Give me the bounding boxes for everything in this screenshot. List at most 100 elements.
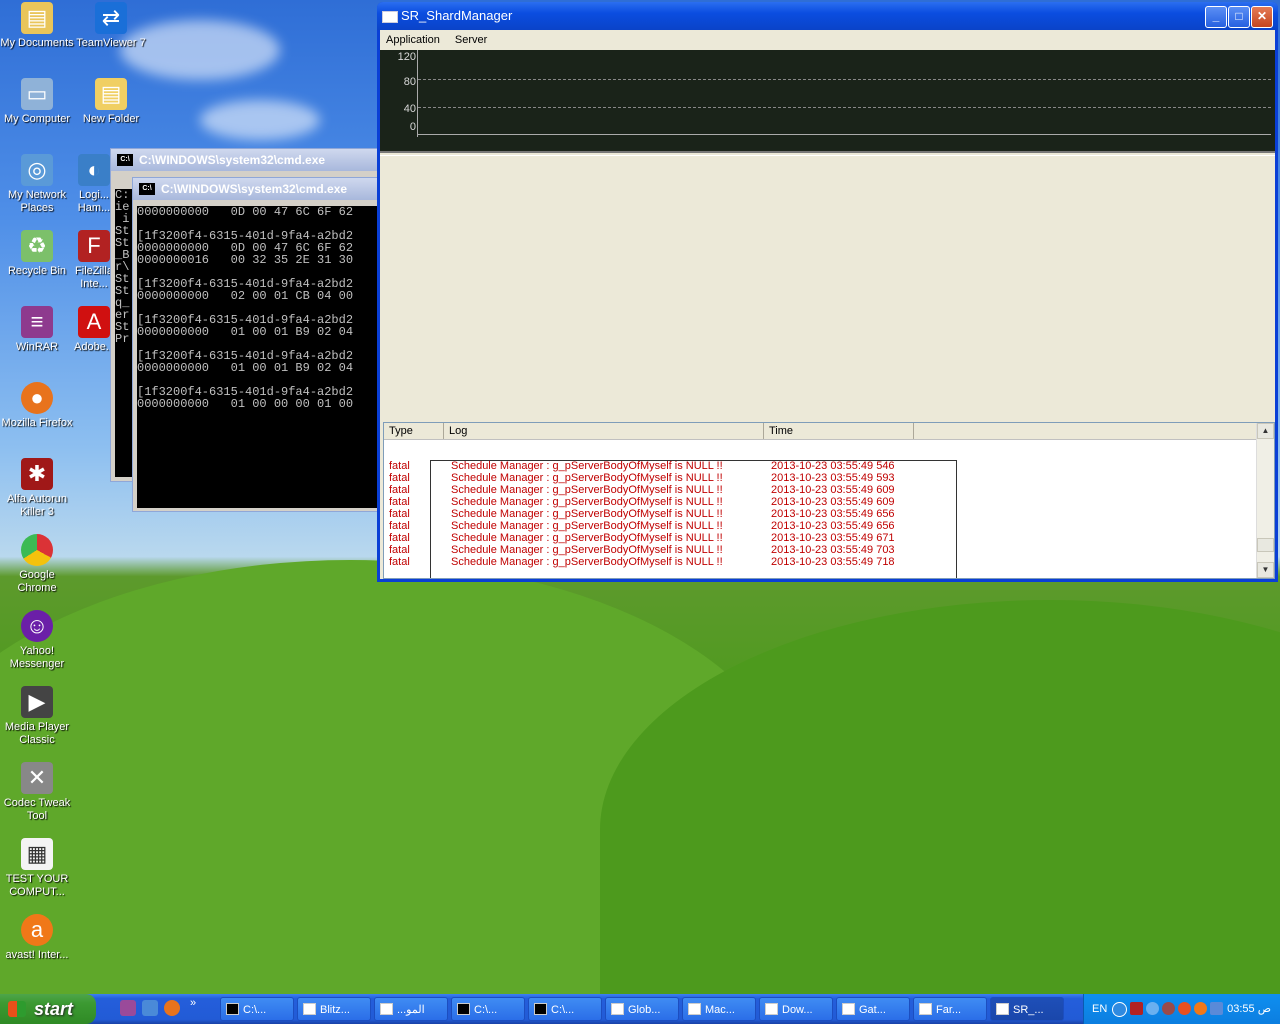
log-cell-type: fatal <box>389 544 410 556</box>
desktop-icon-recycle-bin[interactable]: ♻ Recycle Bin <box>0 230 74 278</box>
start-button[interactable]: start <box>0 994 96 1024</box>
log-row[interactable]: fatal Schedule Manager : g_pServerBodyOfM… <box>384 532 1244 544</box>
desktop-icon-network-places[interactable]: ◎ My Network Places <box>0 154 74 215</box>
quicklaunch-app-icon[interactable] <box>120 1000 136 1016</box>
desktop-icon-firefox[interactable]: ● Mozilla Firefox <box>0 382 74 430</box>
tray-network-icon[interactable] <box>1146 1002 1159 1015</box>
taskbar-button[interactable]: SR_... <box>990 997 1064 1021</box>
tray-avast-icon[interactable] <box>1194 1002 1207 1015</box>
log-cell-type: fatal <box>389 556 410 568</box>
tray-monitor-icon[interactable] <box>1210 1002 1223 1015</box>
desktop-icon-label: WinRAR <box>15 341 59 353</box>
chrome-icon <box>21 534 53 566</box>
recycle-bin-icon: ♻ <box>21 230 53 262</box>
taskbar-button[interactable]: Mac... <box>682 997 756 1021</box>
desktop-icon-label: Logi... Ham... <box>77 189 111 214</box>
console-line: 0000000000 01 00 01 B9 02 04 <box>137 361 354 375</box>
window-titlebar[interactable]: SR_ShardManager _ □ ✕ <box>377 2 1278 30</box>
close-button[interactable]: ✕ <box>1251 6 1273 28</box>
desktop-icon-media-player-classic[interactable]: ▶ Media Player Classic <box>0 686 74 747</box>
column-header-time[interactable]: Time <box>764 423 914 439</box>
log-row[interactable]: fatal Schedule Manager : g_pServerBodyOfM… <box>384 496 1244 508</box>
tray-filezilla-icon[interactable] <box>1130 1002 1143 1015</box>
cmd-window-titlebar[interactable]: C:\ C:\WINDOWS\system32\cmd.exe <box>133 178 391 200</box>
taskbar-button-label: C:\... <box>474 1004 498 1016</box>
log-cell-log: Schedule Manager : g_pServerBodyOfMyself… <box>451 556 723 568</box>
desktop-icon-teamviewer[interactable]: ⇄ TeamViewer 7 <box>74 2 148 50</box>
network-icon: ◎ <box>21 154 53 186</box>
maximize-button[interactable]: □ <box>1228 6 1250 28</box>
tray-bug-icon[interactable] <box>1162 1002 1175 1015</box>
empty-panel <box>380 155 1275 420</box>
column-header-log[interactable]: Log <box>444 423 764 439</box>
teamviewer-icon: ⇄ <box>95 2 127 34</box>
shard-manager-window[interactable]: SR_ShardManager _ □ ✕ Application Server… <box>377 2 1278 582</box>
desktop-icon-label: New Folder <box>82 113 140 125</box>
log-cell-type: fatal <box>389 472 410 484</box>
desktop-icon-test-your-computer[interactable]: ▦ TEST YOUR COMPUT... <box>0 838 74 899</box>
taskbar-button[interactable]: Far... <box>913 997 987 1021</box>
log-row[interactable]: fatal Schedule Manager : g_pServerBodyOfM… <box>384 544 1244 556</box>
log-row[interactable]: fatal Schedule Manager : g_pServerBodyOfM… <box>384 508 1244 520</box>
log-cell-time: 2013-10-23 03:55:49 656 <box>771 520 895 532</box>
folder-icon: ▤ <box>95 78 127 110</box>
log-row[interactable]: fatal Schedule Manager : g_pServerBodyOfM… <box>384 484 1244 496</box>
log-cell-time: 2013-10-23 03:55:49 703 <box>771 544 895 556</box>
taskbar-window-icon <box>611 1003 624 1015</box>
menu-server[interactable]: Server <box>455 34 487 46</box>
taskbar-button[interactable]: Dow... <box>759 997 833 1021</box>
desktop-icon-winrar[interactable]: ≡ WinRAR <box>0 306 74 354</box>
desktop-icon-avast[interactable]: a avast! Inter... <box>0 914 74 962</box>
taskbar-button[interactable]: C:\... <box>528 997 602 1021</box>
windows-logo-icon <box>8 1001 26 1017</box>
log-list-header: Type Log Time <box>384 423 1257 440</box>
log-cell-type: fatal <box>389 484 410 496</box>
desktop-icon-filezilla[interactable]: F FileZilla Inte... <box>74 230 114 291</box>
vertical-scrollbar[interactable]: ▲ ▼ <box>1256 423 1274 578</box>
log-cell-log: Schedule Manager : g_pServerBodyOfMyself… <box>451 532 723 544</box>
minimize-button[interactable]: _ <box>1205 6 1227 28</box>
taskbar-button[interactable]: Gat... <box>836 997 910 1021</box>
clock[interactable]: 03:55 ص <box>1227 994 1271 1024</box>
desktop-icon-chrome[interactable]: Google Chrome <box>0 534 74 595</box>
menu-application[interactable]: Application <box>386 34 440 46</box>
desktop-icon-my-computer[interactable]: ▭ My Computer <box>0 78 74 126</box>
scroll-down-arrow-icon[interactable]: ▼ <box>1257 562 1274 578</box>
desktop-icon-yahoo-messenger[interactable]: ☺ Yahoo! Messenger <box>0 610 74 671</box>
log-list[interactable]: Type Log Time fatal Schedule Manager : g_… <box>383 422 1275 579</box>
desktop-icon-codec-tweak[interactable]: ✕ Codec Tweak Tool <box>0 762 74 823</box>
quicklaunch-more-icon[interactable]: » <box>190 998 200 1009</box>
log-cell-log: Schedule Manager : g_pServerBodyOfMyself… <box>451 508 723 520</box>
quicklaunch-app-icon[interactable] <box>142 1000 158 1016</box>
log-row[interactable]: fatal Schedule Manager : g_pServerBodyOfM… <box>384 472 1244 484</box>
taskbar-button[interactable]: C:\... <box>220 997 294 1021</box>
desktop-icon-my-documents[interactable]: ▤ My Documents <box>0 2 74 50</box>
graph-y-tick: 40 <box>403 103 416 115</box>
log-row[interactable]: fatal Schedule Manager : g_pServerBodyOfM… <box>384 556 1244 568</box>
folder-icon: ▤ <box>21 2 53 34</box>
scroll-up-arrow-icon[interactable]: ▲ <box>1257 423 1274 439</box>
tray-arrow-icon[interactable] <box>1112 1002 1127 1017</box>
desktop-icon-label: Codec Tweak Tool <box>3 797 71 822</box>
taskbar-button[interactable]: Glob... <box>605 997 679 1021</box>
desktop-icon-adobe[interactable]: A Adobe... <box>74 306 114 354</box>
quicklaunch-firefox-icon[interactable] <box>164 1000 180 1016</box>
log-row[interactable]: fatal Schedule Manager : g_pServerBodyOfM… <box>384 520 1244 532</box>
log-rows: fatal Schedule Manager : g_pServerBodyOfM… <box>384 440 1257 578</box>
desktop-icon-logitech[interactable]: ◐ Logi... Ham... <box>74 154 114 215</box>
column-header-type[interactable]: Type <box>384 423 444 439</box>
console-line: 0000000000 0D 00 47 6C 6F 62 <box>137 206 354 219</box>
console-line: 0000000000 01 00 00 00 01 00 <box>137 397 354 411</box>
taskbar-window-icon <box>996 1003 1009 1015</box>
cmd-window-titlebar[interactable]: C:\ C:\WINDOWS\system32\cmd.exe <box>111 149 391 171</box>
taskbar-button[interactable]: ...المو <box>374 997 448 1021</box>
language-indicator[interactable]: EN <box>1092 994 1107 1024</box>
scroll-thumb[interactable] <box>1257 538 1274 552</box>
tray-app-icon[interactable] <box>1178 1002 1191 1015</box>
desktop-icon-new-folder[interactable]: ▤ New Folder <box>74 78 148 126</box>
cmd-window-front[interactable]: C:\ C:\WINDOWS\system32\cmd.exe 00000000… <box>132 177 392 512</box>
taskbar-button[interactable]: C:\... <box>451 997 525 1021</box>
desktop-icon-alfa-autorun[interactable]: ✱ Alfa Autorun Killer 3 <box>0 458 74 519</box>
taskbar-button[interactable]: Blitz... <box>297 997 371 1021</box>
log-row[interactable]: fatal Schedule Manager : g_pServerBodyOfM… <box>384 460 1244 472</box>
